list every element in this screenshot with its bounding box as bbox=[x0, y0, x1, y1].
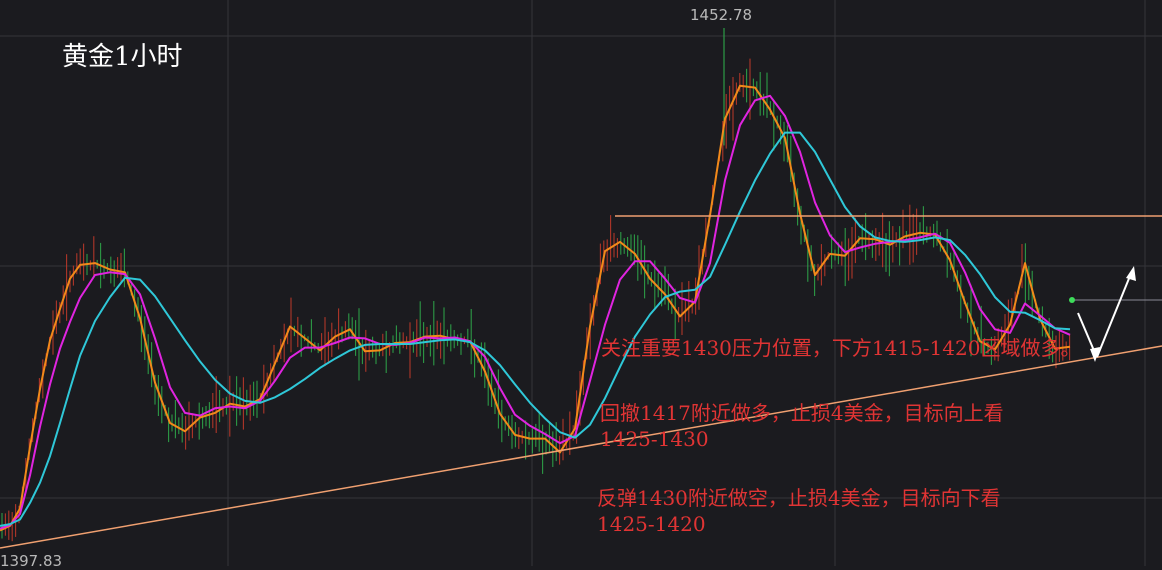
chart-title: 黄金1小时 bbox=[62, 42, 183, 72]
annotation-long-plan: 回撤1417附近做多，止损4美金，目标向上看 bbox=[600, 401, 1004, 425]
ma-line-0 bbox=[0, 84, 1071, 532]
annotation-long-target: 1425-1430 bbox=[600, 427, 709, 451]
moving-average-lines bbox=[0, 84, 1071, 532]
current-price-dot bbox=[1069, 297, 1075, 303]
candlesticks bbox=[1, 28, 1071, 542]
ma-line-1 bbox=[0, 94, 1071, 530]
arrow-up-shaft bbox=[1096, 275, 1131, 358]
ma-line-2 bbox=[0, 131, 1071, 527]
high-price-label: 1452.78 bbox=[690, 6, 753, 24]
annotation-short-plan: 反弹1430附近做空，止损4美金，目标向下看 bbox=[597, 486, 1001, 510]
low-price-label: 1397.83 bbox=[0, 552, 63, 570]
annotation-short-target: 1425-1420 bbox=[597, 512, 706, 536]
arrow-up-head bbox=[1126, 266, 1136, 281]
forecast-arrows bbox=[1077, 266, 1136, 362]
arrow-down-shaft bbox=[1077, 312, 1096, 354]
annotation-resistance-note: 关注重要1430压力位置，下方1415-1420区域做多。 bbox=[601, 336, 1081, 360]
trend-line bbox=[0, 345, 1162, 549]
